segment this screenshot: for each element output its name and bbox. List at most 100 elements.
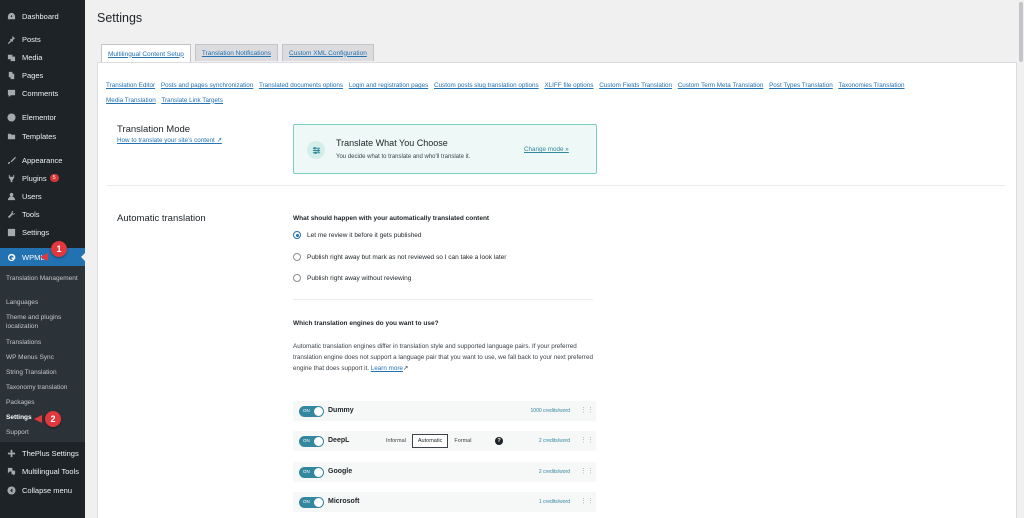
drag-handle-icon[interactable]: ⋮⋮: [580, 436, 594, 446]
engine-toggle[interactable]: ON: [299, 406, 324, 417]
link-media-translation[interactable]: Media Translation: [106, 97, 156, 104]
sidebar-item-media[interactable]: Media: [0, 48, 85, 66]
radio-label: Publish right away but mark as not revie…: [307, 253, 507, 261]
submenu-item-packages[interactable]: Packages: [6, 398, 82, 407]
submenu-item-wp-menus-sync[interactable]: WP Menus Sync: [6, 353, 82, 362]
link-custom-term-meta[interactable]: Custom Term Meta Translation: [678, 82, 764, 89]
submenu-item-support[interactable]: Support: [6, 428, 82, 437]
change-mode-link[interactable]: Change mode »: [524, 146, 569, 153]
sidebar-item-posts[interactable]: Posts: [0, 30, 85, 48]
page-scrollbar[interactable]: [1018, 0, 1024, 518]
radio-button[interactable]: [293, 231, 301, 239]
link-translate-link-targets[interactable]: Translate Link Targets: [161, 97, 223, 104]
link-translated-documents-options[interactable]: Translated documents options: [259, 82, 343, 89]
translation-mode-help-link[interactable]: How to translate your site's content ↗: [117, 137, 222, 144]
help-link-text: How to translate your site's content: [117, 137, 215, 144]
deepl-formality-selector: Informal Automatic Formal: [380, 434, 477, 448]
pages-icon: [6, 70, 16, 80]
sidebar-item-label: Plugins: [22, 173, 47, 183]
plugin-icon: [6, 173, 16, 183]
sidebar-item-label: Multilingual Tools: [22, 466, 79, 476]
formality-automatic[interactable]: Automatic: [411, 434, 449, 448]
sidebar-item-users[interactable]: Users: [0, 187, 85, 205]
submenu-item-settings[interactable]: Settings: [6, 413, 82, 422]
toggle-state: ON: [303, 408, 310, 413]
radio-publish-without-review[interactable]: Publish right away without reviewing: [293, 272, 411, 284]
translation-mode-card: Translate What You Choose You decide wha…: [293, 124, 597, 174]
toggle-knob: [314, 498, 323, 507]
submenu-item-theme-plugins-localization[interactable]: Theme and plugins localization: [6, 313, 82, 331]
link-posts-pages-sync[interactable]: Posts and pages synchronization: [161, 82, 253, 89]
sidebar-item-comments[interactable]: Comments: [0, 84, 85, 102]
sidebar-item-dashboard[interactable]: Dashboard: [0, 7, 85, 25]
formality-informal[interactable]: Informal: [380, 434, 412, 448]
help-icon[interactable]: ?: [495, 437, 503, 445]
review-question: What should happen with your automatical…: [293, 215, 490, 222]
sidebar-item-tools[interactable]: Tools: [0, 205, 85, 223]
radio-review-before-publish[interactable]: Let me review it before it gets publishe…: [293, 229, 422, 241]
sidebar-item-multilingual-tools[interactable]: Multilingual Tools: [0, 462, 85, 480]
drag-handle-icon[interactable]: ⋮⋮: [580, 497, 594, 507]
link-post-types-translation[interactable]: Post Types Translation: [769, 82, 833, 89]
subsection-divider: [293, 299, 593, 300]
radio-button[interactable]: [293, 253, 301, 261]
sidebar-item-settings[interactable]: Settings: [0, 223, 85, 241]
learn-more-link[interactable]: Learn more: [371, 365, 403, 372]
radio-publish-mark-not-reviewed[interactable]: Publish right away but mark as not revie…: [293, 251, 506, 263]
scrollbar-thumb[interactable]: [1019, 2, 1023, 62]
active-menu-notch: [81, 253, 85, 261]
sidebar-item-label: Media: [22, 52, 43, 62]
submenu-item-string-translation[interactable]: String Translation: [6, 368, 82, 377]
sidebar-item-label: Users: [22, 191, 42, 201]
submenu-item-taxonomy-translation[interactable]: Taxonomy translation: [6, 383, 82, 392]
tab-multilingual-content-setup[interactable]: Multilingual Content Setup: [101, 44, 191, 63]
sidebar-item-label: Settings: [22, 227, 50, 237]
toggle-state: ON: [303, 469, 310, 474]
annotation-marker-1: 1: [51, 241, 67, 257]
engine-row-microsoft: ON Microsoft 1 credits/word ⋮⋮: [293, 492, 596, 512]
sidebar-item-theplus-settings[interactable]: ThePlus Settings: [0, 444, 85, 462]
brush-icon: [6, 155, 16, 165]
translate-icon: [6, 466, 16, 476]
link-translation-editor[interactable]: Translation Editor: [106, 82, 155, 89]
page-title: Settings: [97, 11, 143, 25]
engine-toggle[interactable]: ON: [299, 497, 324, 508]
radio-button[interactable]: [293, 274, 301, 282]
sidebar-item-label: Templates: [22, 131, 57, 141]
sidebar-item-pages[interactable]: Pages: [0, 66, 85, 84]
drag-handle-icon[interactable]: ⋮⋮: [580, 467, 594, 477]
engine-toggle[interactable]: ON: [299, 467, 324, 478]
elementor-icon: [6, 112, 16, 122]
sliders-icon: [307, 141, 325, 159]
section-divider: [106, 185, 1006, 186]
settings-icon: [6, 227, 16, 237]
link-login-registration-pages[interactable]: Login and registration pages: [349, 82, 428, 89]
engine-toggle[interactable]: ON: [299, 436, 324, 447]
media-icon: [6, 52, 16, 62]
submenu-item-translation-management[interactable]: Translation Management: [6, 274, 82, 283]
link-custom-fields-translation[interactable]: Custom Fields Translation: [599, 82, 672, 89]
link-taxonomies-translation[interactable]: Taxonomies Translation: [838, 82, 904, 89]
translation-mode-heading: Translation Mode: [117, 124, 191, 135]
tab-translation-notifications[interactable]: Translation Notifications: [194, 44, 279, 61]
tab-custom-xml-configuration[interactable]: Custom XML Configuration: [282, 44, 374, 61]
submenu-item-languages[interactable]: Languages: [6, 298, 82, 307]
sidebar-item-label: ThePlus Settings: [22, 448, 79, 458]
toggle-state: ON: [303, 499, 310, 504]
formality-formal[interactable]: Formal: [448, 434, 477, 448]
sidebar-collapse-menu[interactable]: Collapse menu: [0, 481, 85, 499]
sidebar-item-plugins[interactable]: Plugins 5: [0, 169, 85, 187]
sidebar-item-elementor[interactable]: Elementor: [0, 108, 85, 126]
collapse-icon: [6, 485, 16, 495]
drag-handle-icon[interactable]: ⋮⋮: [580, 406, 594, 416]
settings-panel: Translation Editor Posts and pages synch…: [97, 62, 1017, 518]
settings-tabs: Multilingual Content Setup Translation N…: [101, 44, 378, 63]
link-custom-posts-slug[interactable]: Custom posts slug translation options: [434, 82, 539, 89]
submenu-item-translations[interactable]: Translations: [6, 338, 82, 347]
sidebar-item-templates[interactable]: Templates: [0, 127, 85, 145]
sidebar-item-appearance[interactable]: Appearance: [0, 151, 85, 169]
engine-row-google: ON Google 2 credits/word ⋮⋮: [293, 462, 596, 482]
engine-credits: 2 credits/word: [538, 438, 570, 444]
wpml-icon: [6, 252, 16, 262]
link-xliff-file-options[interactable]: XLIFF file options: [544, 82, 593, 89]
